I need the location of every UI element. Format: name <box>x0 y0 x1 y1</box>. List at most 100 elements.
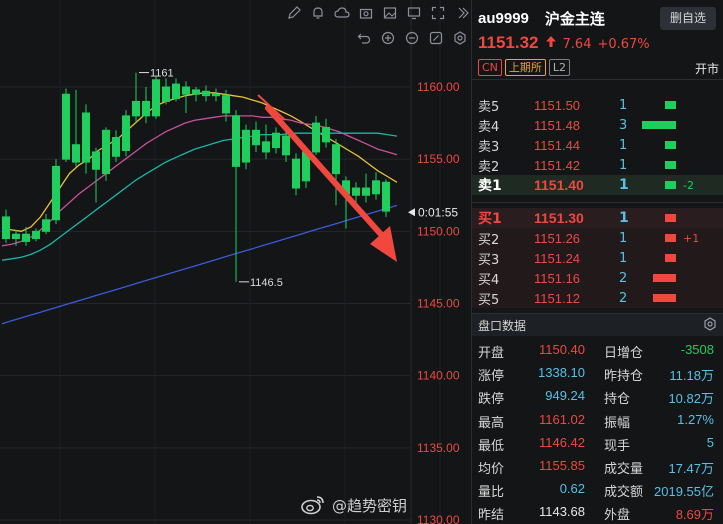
volume-bar <box>653 274 676 282</box>
ask-row[interactable]: 卖1 1151.40 1 -2 <box>472 175 723 195</box>
ask-row[interactable]: 卖2 1151.42 1 <box>472 155 723 175</box>
level-price: 1151.40 <box>534 177 584 193</box>
monitor-icon[interactable] <box>402 6 426 26</box>
remove-watchlist-button[interactable]: 删自选 <box>660 7 716 30</box>
volume-bar <box>665 161 676 169</box>
quote-row: 昨结 1143.68 外盘 8.69万 <box>472 502 723 524</box>
quote-label: 最低 <box>478 438 505 454</box>
volume-bar <box>653 294 676 302</box>
region-tag: CN <box>478 59 502 76</box>
candle-body <box>72 144 80 163</box>
quote-label: 跌停 <box>478 392 505 408</box>
quote-data-title: 盘口数据 <box>478 318 527 333</box>
quote-value: 17.47万 <box>668 461 714 476</box>
quote-label: 振幅 <box>604 415 631 431</box>
quote-value: 10.82万 <box>668 391 714 407</box>
camera-icon[interactable] <box>354 6 378 26</box>
level-price: 1151.48 <box>534 117 581 133</box>
quote-row: 开盘 1150.40 日增仓 -3508 <box>472 340 723 362</box>
candle-body <box>172 83 180 100</box>
chart-toolbar-secondary <box>352 31 472 49</box>
candle-body <box>132 100 140 117</box>
level-price: 1151.26 <box>534 230 581 246</box>
candle-body <box>372 180 380 195</box>
y-tick-label: 1140.00 <box>417 369 460 383</box>
settings-icon[interactable] <box>702 317 718 333</box>
chart-pane[interactable]: 1160.00 1155.00 1150.00 1145.00 1140.00 1135.… <box>0 0 470 524</box>
zoom-out-icon[interactable] <box>400 31 424 51</box>
fit-icon[interactable] <box>424 31 448 51</box>
bid-row[interactable]: 买4 1151.16 2 <box>472 268 723 288</box>
candle-body <box>382 181 390 212</box>
level-label: 买4 <box>478 272 500 288</box>
quote-label: 成交额 <box>604 485 644 501</box>
low-marker-label: 1146.5 <box>250 277 283 289</box>
instrument-tags: CN 上期所 L2 <box>478 59 571 76</box>
volume-bar <box>665 181 676 189</box>
volume-delta: -2 <box>683 178 694 192</box>
bid-row[interactable]: 买5 1151.12 2 <box>472 288 723 308</box>
volume-bar <box>642 121 676 129</box>
y-tick-label: 1150.00 <box>417 224 460 238</box>
bid-row[interactable]: 买1 1151.30 1 <box>472 208 723 228</box>
quote-label: 日增仓 <box>604 346 644 361</box>
ask-row[interactable]: 卖5 1151.50 1 <box>472 95 723 115</box>
quote-value: 1155.85 <box>538 458 585 473</box>
quote-label: 现手 <box>604 438 631 454</box>
level-label: 买2 <box>478 232 500 248</box>
candle-body <box>2 216 10 240</box>
quote-value: 8.69万 <box>675 507 714 523</box>
level-price: 1151.24 <box>534 250 581 266</box>
undo-icon[interactable] <box>352 31 376 51</box>
level-volume: 1 <box>619 230 628 246</box>
quote-label: 涨停 <box>478 369 505 385</box>
candle-body <box>52 165 60 221</box>
level-volume: 1 <box>619 137 628 153</box>
quote-label: 均价 <box>478 462 505 477</box>
quote-side-panel: au9999 沪金主连 删自选 1151.32 7.64 +0.67% CN 上… <box>471 0 723 524</box>
candlestick-chart[interactable]: 1160.00 1155.00 1150.00 1145.00 1140.00 1135.… <box>0 0 470 524</box>
symbol-row: au9999 沪金主连 <box>478 8 605 29</box>
candle-body <box>112 137 120 157</box>
level-label: 卖3 <box>478 139 500 155</box>
ask-row[interactable]: 卖4 1151.48 3 <box>472 115 723 135</box>
bell-icon[interactable] <box>306 6 330 26</box>
candle-body <box>252 129 260 146</box>
candle-body <box>42 219 50 232</box>
image-icon[interactable] <box>378 6 402 26</box>
zoom-in-icon[interactable] <box>376 31 400 51</box>
level-label: 买3 <box>478 252 500 268</box>
settings-icon[interactable] <box>448 31 472 51</box>
level-price: 1151.42 <box>534 157 581 173</box>
candle-body <box>232 115 240 167</box>
level-volume: 2 <box>619 290 628 306</box>
bid-row[interactable]: 买3 1151.24 1 <box>472 248 723 268</box>
up-arrow-icon <box>545 35 557 52</box>
quote-row: 量比 0.62 成交额 2019.55亿 <box>472 479 723 501</box>
candle-body <box>272 132 280 149</box>
level-price: 1151.30 <box>534 210 584 226</box>
volume-bar <box>665 101 676 109</box>
quote-value: 1143.68 <box>538 504 585 520</box>
candle-body <box>312 122 320 153</box>
cloud-icon[interactable] <box>330 6 354 26</box>
level-volume: 3 <box>619 117 628 133</box>
candle-body <box>292 158 300 189</box>
candle-body <box>62 93 70 160</box>
level-volume: 2 <box>619 270 628 286</box>
candle-body <box>122 115 130 152</box>
pencil-icon[interactable] <box>282 6 306 26</box>
quote-value: 0.62 <box>559 481 585 497</box>
fullscreen-icon[interactable] <box>426 6 450 26</box>
quote-row: 涨停 1338.10 昨持仓 11.18万 <box>472 363 723 385</box>
volume-bar <box>665 234 676 242</box>
candle-body <box>82 112 90 163</box>
bid-row[interactable]: 买2 1151.26 1 +1 <box>472 228 723 248</box>
quote-label: 最高 <box>478 415 505 431</box>
quote-row: 跌停 949.24 持仓 10.82万 <box>472 386 723 408</box>
high-marker-label: 1161 <box>150 68 174 80</box>
ask-row[interactable]: 卖3 1151.44 1 <box>472 135 723 155</box>
candle-body <box>182 86 190 95</box>
level-label: 卖5 <box>478 99 500 115</box>
level-price: 1151.50 <box>534 97 581 113</box>
